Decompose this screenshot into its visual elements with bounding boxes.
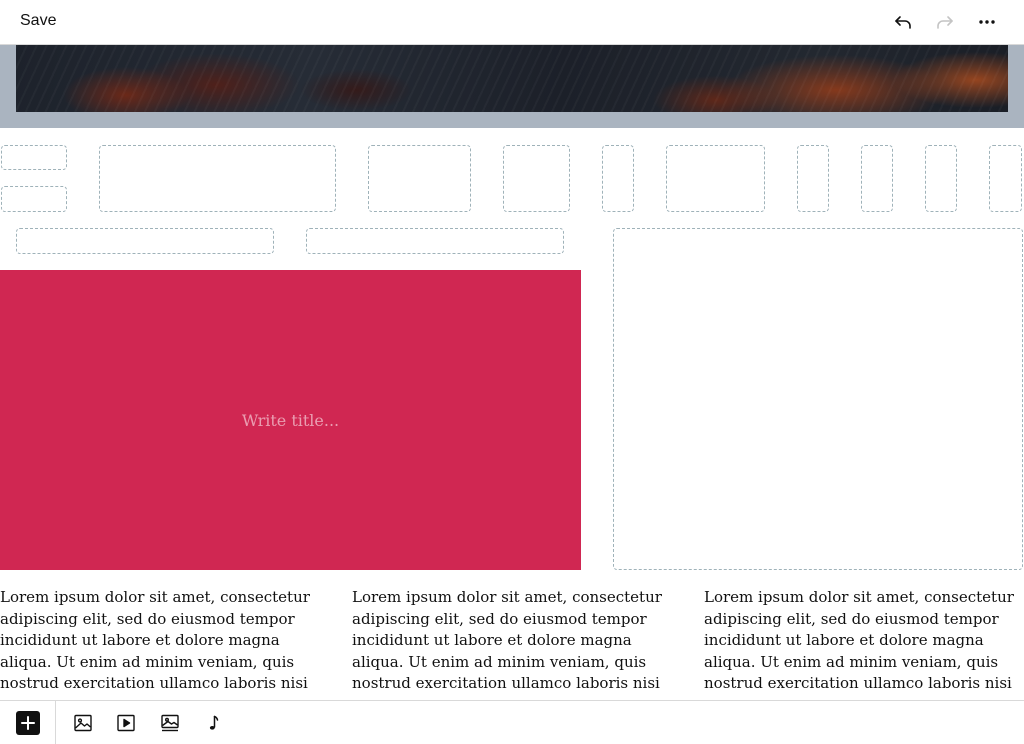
placeholder-slot[interactable]: [797, 145, 829, 212]
placeholder-slot[interactable]: [99, 145, 336, 212]
audio-icon[interactable]: [203, 712, 225, 734]
placeholder-slot[interactable]: [666, 145, 765, 212]
save-button[interactable]: Save: [20, 12, 56, 30]
placeholder-slot-large[interactable]: [613, 228, 1023, 570]
text-column-2[interactable]: Lorem ipsum dolor sit amet, consectetur …: [352, 587, 672, 700]
placeholder-slot[interactable]: [306, 228, 564, 254]
title-block[interactable]: Write title...: [0, 270, 581, 570]
placeholder-slot[interactable]: [1, 186, 67, 212]
hero-image[interactable]: [16, 45, 1008, 112]
placeholder-slot[interactable]: [503, 145, 570, 212]
placeholder-slot[interactable]: [1, 145, 67, 170]
bottom-toolbar: [0, 700, 1024, 744]
hero-image-band: [0, 45, 1024, 128]
hero-image-texture: [16, 45, 1008, 112]
placeholder-slot[interactable]: [989, 145, 1022, 212]
redo-icon[interactable]: [934, 11, 956, 33]
placeholder-slot[interactable]: [16, 228, 274, 254]
title-placeholder[interactable]: Write title...: [242, 411, 339, 430]
placeholder-slot[interactable]: [861, 145, 893, 212]
text-column-1[interactable]: Lorem ipsum dolor sit amet, consectetur …: [0, 587, 320, 700]
image-icon[interactable]: [72, 712, 94, 734]
placeholder-slot[interactable]: [602, 145, 634, 212]
placeholder-slot[interactable]: [368, 145, 471, 212]
gallery-icon[interactable]: [159, 712, 181, 734]
undo-icon[interactable]: [892, 11, 914, 33]
top-toolbar: Save: [0, 0, 1024, 45]
text-column-3[interactable]: Lorem ipsum dolor sit amet, consectetur …: [704, 587, 1024, 700]
add-icon[interactable]: [16, 711, 40, 735]
video-icon[interactable]: [115, 712, 137, 734]
add-section: [0, 701, 56, 744]
placeholder-slot[interactable]: [925, 145, 957, 212]
more-icon[interactable]: [976, 11, 998, 33]
